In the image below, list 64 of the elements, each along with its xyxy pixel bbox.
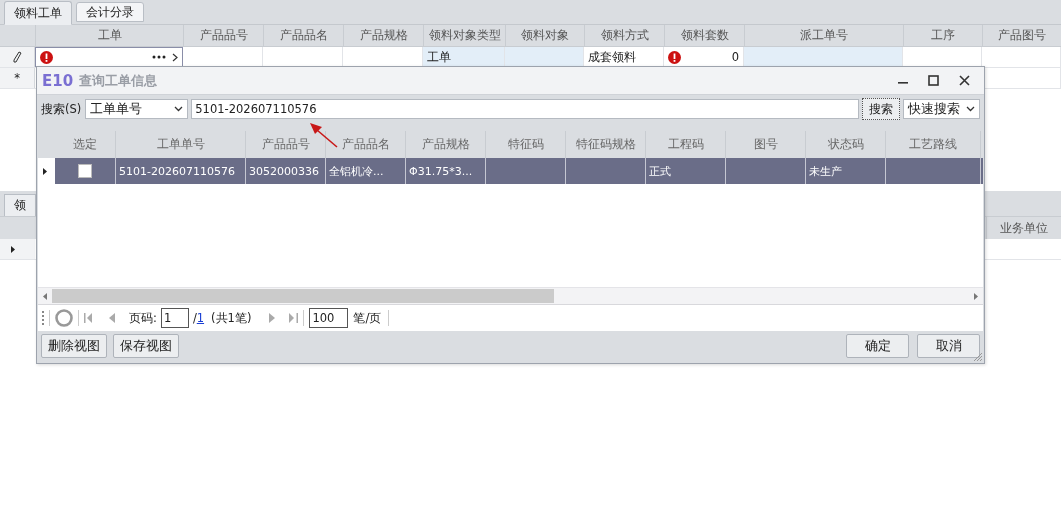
column-header: 领料对象	[505, 25, 584, 46]
chevron-down-icon	[966, 106, 975, 112]
field-select[interactable]: 工单单号	[85, 99, 189, 119]
column-header: 产品品号	[183, 25, 263, 46]
search-field[interactable]: 5101-202607110576	[191, 99, 859, 119]
horizontal-scrollbar[interactable]	[38, 287, 983, 304]
tab[interactable]: 领料工单	[4, 1, 72, 25]
lookup-field[interactable]	[35, 47, 183, 67]
row-pointer-icon	[43, 167, 47, 175]
refresh-icon[interactable]	[55, 309, 73, 327]
view-button[interactable]: 删除视图	[41, 334, 107, 358]
search-button[interactable]: 搜索	[862, 98, 900, 120]
first-page-icon[interactable]	[84, 313, 93, 323]
checkbox[interactable]	[78, 164, 92, 178]
column-header: 领料对象类型	[423, 25, 505, 46]
close-icon[interactable]	[959, 75, 970, 86]
column-header: 产品规格	[343, 25, 423, 46]
column-header: 产品图号	[982, 25, 1061, 46]
column-header: 工单	[35, 25, 183, 46]
chevron-down-icon	[174, 106, 184, 112]
pencil-icon	[12, 51, 22, 63]
previous-page-icon[interactable]	[109, 313, 115, 323]
chevron-right-icon[interactable]	[172, 52, 178, 62]
table-cell: 工单	[423, 47, 505, 67]
new-row-marker: *	[14, 71, 20, 85]
maximize-icon[interactable]	[928, 75, 939, 86]
page-separator: /	[192, 311, 197, 325]
drag-handle-icon	[42, 311, 44, 325]
table-cell: 全铝机冷...	[329, 163, 384, 179]
column-header: 领料套数	[664, 25, 744, 46]
app-logo: E10	[42, 71, 74, 90]
more-icon[interactable]	[152, 55, 166, 59]
table-row[interactable]: 5101-202607110576 3052000336 全铝机冷... Φ31.75*3... 正式 未生产	[38, 158, 983, 184]
table-cell: 未生产	[809, 163, 842, 179]
view-button[interactable]: 保存视图	[113, 334, 179, 358]
confirm-button[interactable]: 确定	[846, 334, 909, 358]
row-pointer-icon	[11, 245, 15, 253]
next-page-icon[interactable]	[269, 313, 276, 323]
record-count: (共1笔)	[211, 310, 252, 326]
column-header: 工序	[903, 25, 982, 46]
scroll-left-icon[interactable]	[43, 292, 47, 300]
table-cell: 5101-202607110576	[119, 164, 235, 178]
scroll-right-icon[interactable]	[974, 292, 978, 300]
search-mode-select[interactable]: 快速搜索	[903, 99, 980, 119]
page-size-unit: 笔/页	[353, 310, 382, 326]
last-page-icon[interactable]	[289, 313, 299, 323]
tab[interactable]: 会计分录	[76, 2, 144, 22]
column-header: 业务单位	[986, 217, 1061, 239]
table-cell: 正式	[649, 163, 671, 179]
total-pages-link[interactable]: 1	[196, 311, 205, 325]
tab[interactable]: 领	[4, 194, 36, 216]
dialog-title: 查询工单信息	[79, 71, 158, 90]
table-cell: 3052000336	[249, 164, 319, 178]
page-field[interactable]: 1	[160, 308, 189, 328]
search-label: 搜索(S)	[41, 101, 82, 117]
page-size-field[interactable]: 100	[309, 308, 349, 328]
column-header: 产品品名	[263, 25, 343, 46]
table-cell: Φ31.75*3...	[409, 164, 473, 178]
column-header: 派工单号	[744, 25, 903, 46]
column-header: 领料方式	[584, 25, 664, 46]
arrow-annotation	[309, 121, 339, 149]
cancel-button[interactable]: 取消	[917, 334, 980, 358]
page-label: 页码:	[129, 310, 157, 326]
resize-grip-icon[interactable]	[973, 352, 983, 362]
